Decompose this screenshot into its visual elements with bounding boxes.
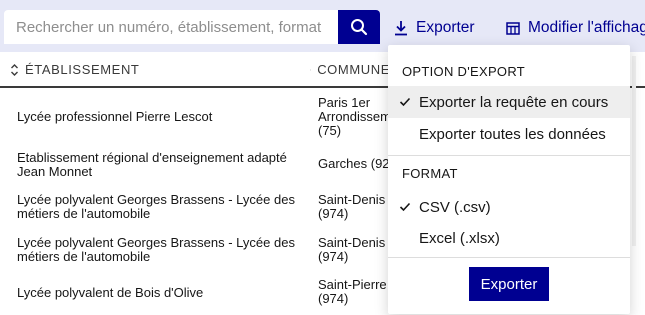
menu-item-label: Exporter toutes les données bbox=[419, 125, 606, 143]
commune-line: Arrondissement bbox=[318, 109, 390, 124]
search-button[interactable] bbox=[338, 10, 380, 44]
etablissement-name: Lycée polyvalent Georges Brassens - Lycé… bbox=[17, 235, 295, 264]
menu-item-label: Excel (.xlsx) bbox=[419, 229, 500, 247]
commune-line: Saint-Denis bbox=[318, 193, 386, 207]
export-button[interactable]: Exporter bbox=[394, 14, 475, 42]
commune-cell: Paris 1er Arrondissement (75) bbox=[318, 96, 390, 138]
commune-line: Saint-Pierre bbox=[318, 278, 387, 292]
commune-cell: Saint-Denis (974) bbox=[318, 236, 390, 264]
search-input[interactable] bbox=[4, 10, 338, 44]
column-header-label: COMMUNE bbox=[317, 62, 390, 77]
commune-line: (75) bbox=[318, 123, 342, 138]
export-submit-button[interactable]: Exporter bbox=[469, 267, 549, 301]
etablissement-name: Lycée professionnel Pierre Lescot bbox=[17, 109, 213, 124]
column-header-etablissement[interactable]: ÉTABLISSEMENT bbox=[10, 62, 139, 77]
commune-line: (974) bbox=[318, 249, 349, 264]
download-icon bbox=[395, 21, 407, 36]
commune-line: (974) bbox=[318, 206, 349, 221]
commune-line: Saint-Denis bbox=[318, 236, 386, 250]
commune-cell: Garches (92) bbox=[318, 157, 390, 171]
etablissement-name: Lycée polyvalent de Bois d'Olive bbox=[17, 285, 204, 300]
format-title: FORMAT bbox=[402, 166, 458, 181]
search-icon bbox=[351, 19, 368, 36]
scrollbar-track[interactable] bbox=[632, 56, 636, 246]
commune-line: Garches (92) bbox=[318, 157, 390, 171]
column-header-commune[interactable]: COMMUNE bbox=[310, 62, 390, 77]
etablissement-name: Lycée polyvalent Georges Brassens - Lycé… bbox=[17, 192, 295, 221]
commune-line: (974) bbox=[318, 291, 349, 306]
display-settings-label: Modifier l'affichage bbox=[528, 19, 645, 36]
export-option-all-data[interactable]: Exporter toutes les données bbox=[388, 118, 630, 150]
display-settings-button[interactable]: Modifier l'affichage bbox=[506, 14, 645, 42]
commune-cell: Saint-Denis (974) bbox=[318, 193, 390, 221]
check-icon bbox=[388, 202, 414, 212]
column-header-label: ÉTABLISSEMENT bbox=[25, 62, 140, 77]
commune-cell: Saint-Pierre (974) bbox=[318, 278, 390, 306]
format-csv[interactable]: CSV (.csv) bbox=[388, 191, 630, 223]
table-icon bbox=[506, 21, 520, 35]
export-menu: OPTION D'EXPORT Exporter la requête en c… bbox=[388, 45, 630, 314]
menu-item-label: Exporter la requête en cours bbox=[419, 93, 609, 111]
menu-divider bbox=[388, 257, 630, 258]
check-icon bbox=[388, 97, 414, 107]
etablissement-name: Etablissement régional d'enseignement ad… bbox=[17, 150, 287, 179]
menu-item-label: CSV (.csv) bbox=[419, 198, 491, 216]
export-button-label: Exporter bbox=[416, 19, 475, 36]
menu-divider bbox=[388, 155, 630, 156]
commune-line: Paris 1er bbox=[318, 96, 371, 110]
export-option-title: OPTION D'EXPORT bbox=[402, 64, 526, 79]
format-xlsx[interactable]: Excel (.xlsx) bbox=[388, 222, 630, 254]
export-option-current-query[interactable]: Exporter la requête en cours bbox=[388, 86, 630, 118]
sort-icon bbox=[310, 68, 312, 71]
sort-icon bbox=[11, 63, 18, 76]
